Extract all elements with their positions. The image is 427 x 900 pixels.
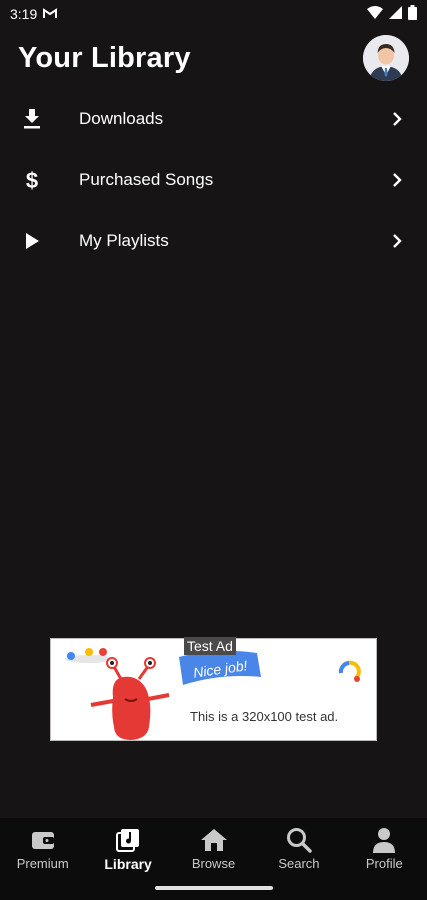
nav-label: Profile <box>365 856 403 871</box>
nav-label: Library <box>104 856 152 872</box>
svg-text:$: $ <box>26 168 38 192</box>
library-icon <box>114 826 142 854</box>
status-bar: 3:19 <box>0 0 427 28</box>
gmail-icon <box>43 6 58 22</box>
nav-item-profile[interactable]: Profile <box>342 818 427 900</box>
user-avatar-icon <box>363 35 409 81</box>
play-icon <box>22 231 42 251</box>
menu-item-downloads[interactable]: Downloads <box>0 88 427 149</box>
wallet-icon <box>29 826 57 854</box>
nav-label: Premium <box>16 856 69 871</box>
avatar[interactable] <box>363 35 409 81</box>
download-icon <box>22 108 42 129</box>
chevron-right-icon <box>391 172 403 188</box>
battery-icon <box>408 5 417 23</box>
page-title: Your Library <box>18 41 191 74</box>
signal-icon <box>389 6 402 22</box>
chevron-right-icon <box>391 233 403 249</box>
library-menu: Downloads $ Purchased Songs My Playlists <box>0 88 427 271</box>
menu-item-label: My Playlists <box>79 230 169 250</box>
nav-label: Browse <box>191 856 236 871</box>
header: Your Library <box>18 35 409 81</box>
menu-item-label: Purchased Songs <box>79 169 214 189</box>
menu-item-my-playlists[interactable]: My Playlists <box>0 210 427 271</box>
ad-body-text: This is a 320x100 test ad. <box>190 709 339 724</box>
person-icon <box>370 826 398 854</box>
home-icon <box>200 826 228 854</box>
nav-item-premium[interactable]: Premium <box>0 818 85 900</box>
ad-badge: Test Ad <box>184 637 236 655</box>
menu-item-purchased-songs[interactable]: $ Purchased Songs <box>0 149 427 210</box>
search-icon <box>285 826 313 854</box>
wifi-icon <box>367 6 383 22</box>
home-indicator[interactable] <box>155 886 273 890</box>
menu-item-label: Downloads <box>79 108 164 128</box>
nav-label: Search <box>278 856 320 871</box>
chevron-right-icon <box>391 111 403 127</box>
dollar-icon: $ <box>22 168 42 192</box>
status-time: 3:19 <box>10 6 38 22</box>
